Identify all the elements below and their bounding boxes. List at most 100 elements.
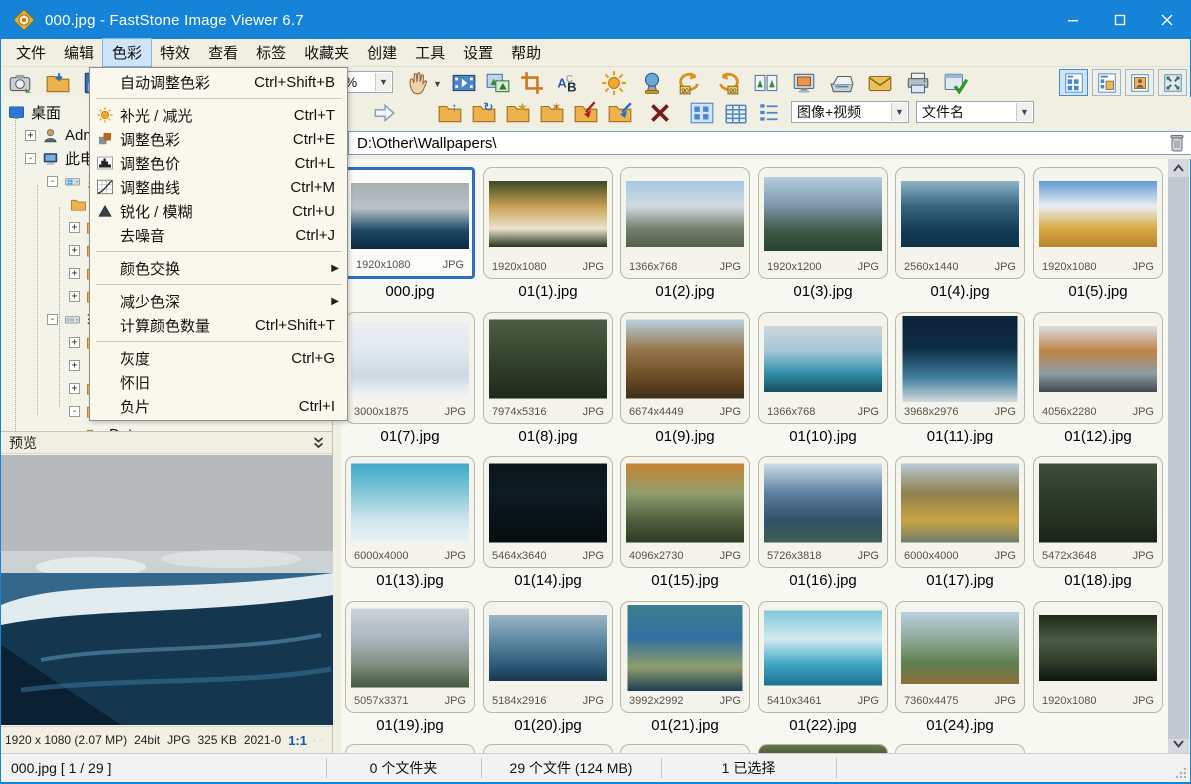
email-icon[interactable] bbox=[867, 70, 893, 96]
menu-item-11[interactable]: 灰度 Ctrl+G bbox=[90, 346, 347, 370]
menu-item-3[interactable]: 调整色彩 Ctrl+E bbox=[90, 127, 347, 151]
menu-item-10[interactable]: 计算颜色数量 Ctrl+Shift+T bbox=[90, 313, 347, 337]
expand-icon[interactable]: + bbox=[69, 244, 80, 256]
scroll-down-icon[interactable] bbox=[1168, 735, 1189, 753]
copy-to-folder-icon[interactable] bbox=[573, 100, 599, 126]
expand-icon[interactable]: + bbox=[25, 129, 36, 141]
settings-check-icon[interactable] bbox=[943, 70, 969, 96]
thumbnail-01(8).jpg[interactable]: 7974x5316 JPG 01(8).jpg bbox=[483, 311, 613, 445]
menu-1[interactable]: 文件 bbox=[7, 39, 55, 66]
thumbnails-view-button[interactable] bbox=[1059, 69, 1088, 96]
thumbnail-01(3).jpg[interactable]: 1920x1200 JPG 01(3).jpg bbox=[758, 167, 888, 300]
preview-image[interactable] bbox=[1, 455, 333, 725]
menu-11[interactable]: 帮助 bbox=[502, 39, 550, 66]
thumbnail-partial[interactable] bbox=[483, 744, 613, 753]
close-button[interactable] bbox=[1143, 1, 1190, 39]
hand-tool-dropdown-icon[interactable]: ▼ bbox=[433, 79, 442, 89]
thumbnail-01(13).jpg[interactable]: 6000x4000 JPG 01(13).jpg bbox=[345, 456, 475, 589]
sort-dropdown-icon[interactable]: ▼ bbox=[1016, 103, 1032, 121]
grid-view-icon[interactable] bbox=[689, 100, 715, 126]
collapse-icon[interactable]: - bbox=[69, 405, 80, 417]
lossless-crop-icon[interactable] bbox=[314, 733, 315, 748]
menu-6[interactable]: 标签 bbox=[247, 39, 295, 66]
forward-arrow-icon[interactable] bbox=[371, 100, 397, 126]
open-folder-icon[interactable] bbox=[45, 70, 71, 96]
rotate-right-90-icon[interactable]: 90 bbox=[715, 70, 741, 96]
crop-icon[interactable] bbox=[519, 70, 545, 96]
thumbnail-000.jpg[interactable]: 1920x1080 JPG 000.jpg bbox=[345, 167, 475, 300]
color-globe-icon[interactable] bbox=[639, 70, 665, 96]
scanner-icon[interactable] bbox=[829, 70, 855, 96]
delete-x-icon[interactable] bbox=[647, 100, 673, 126]
move-to-folder-icon[interactable] bbox=[607, 100, 633, 126]
menu-item-13[interactable]: 负片 Ctrl+I bbox=[90, 394, 347, 418]
address-input[interactable]: D:\Other\Wallpapers\ ˅ bbox=[348, 131, 1191, 155]
tree-item-Adm[interactable]: + Adm bbox=[25, 124, 96, 146]
tree-item-桌面[interactable]: 桌面 bbox=[7, 101, 61, 123]
expand-icon[interactable]: + bbox=[69, 382, 80, 394]
zoom-dropdown-icon[interactable]: ▼ bbox=[375, 73, 391, 91]
rename-abc-icon[interactable]: ACB bbox=[553, 70, 579, 96]
menu-item-12[interactable]: 怀旧 bbox=[90, 370, 347, 394]
filter-dropdown-icon[interactable]: ▼ bbox=[891, 103, 907, 121]
menu-10[interactable]: 设置 bbox=[454, 39, 502, 66]
thumbnail-partial[interactable] bbox=[758, 744, 888, 753]
rotate-left-90-icon[interactable]: 90 bbox=[677, 70, 703, 96]
expand-icon[interactable]: + bbox=[69, 359, 80, 371]
trash-icon[interactable] bbox=[1165, 131, 1189, 155]
collapse-icon[interactable]: - bbox=[25, 152, 36, 164]
menu-item-2[interactable]: 补光 / 减光 Ctrl+T bbox=[90, 103, 347, 127]
menu-5[interactable]: 查看 bbox=[199, 39, 247, 66]
thumbnail-01(24).jpg[interactable]: 7360x4475 JPG 01(24).jpg bbox=[895, 600, 1025, 734]
fullscreen-preview-icon[interactable] bbox=[321, 733, 322, 748]
scrollbar-thumb[interactable] bbox=[1168, 177, 1189, 739]
thumbnail-01(19).jpg[interactable]: 5057x3371 JPG 01(19).jpg bbox=[345, 600, 475, 734]
expand-icon[interactable]: + bbox=[69, 290, 80, 302]
expand-icon[interactable]: + bbox=[69, 336, 80, 348]
collapse-icon[interactable]: - bbox=[47, 175, 58, 187]
expand-icon[interactable]: + bbox=[69, 221, 80, 233]
thumbnail-01(12).jpg[interactable]: 4056x2280 JPG 01(12).jpg bbox=[1033, 311, 1163, 445]
menu-9[interactable]: 工具 bbox=[406, 39, 454, 66]
printer-icon[interactable] bbox=[905, 70, 931, 96]
thumbnails-preview-view-button[interactable] bbox=[1092, 69, 1121, 96]
filter-combo[interactable]: 图像+视频 ▼ bbox=[791, 101, 909, 123]
menu-item-4[interactable]: 调整色价 Ctrl+L bbox=[90, 151, 347, 175]
fullscreen-view-button[interactable] bbox=[1158, 69, 1187, 96]
tree-item-Data[interactable]: Data bbox=[85, 423, 141, 431]
resize-grip[interactable] bbox=[1175, 767, 1187, 779]
detail-view-icon[interactable] bbox=[723, 100, 749, 126]
list-view-icon[interactable] bbox=[757, 100, 783, 126]
scroll-up-icon[interactable] bbox=[1168, 159, 1189, 177]
thumbnail-01(11).jpg[interactable]: 3968x2976 JPG 01(11).jpg bbox=[895, 311, 1025, 445]
filmstrip-icon[interactable] bbox=[451, 70, 477, 96]
folder-refresh-icon[interactable]: ↻ bbox=[471, 100, 497, 126]
thumbnail-01(15).jpg[interactable]: 4096x2730 JPG 01(15).jpg bbox=[620, 456, 750, 589]
thumbnail-01(1).jpg[interactable]: 1920x1080 JPG 01(1).jpg bbox=[483, 167, 613, 300]
sort-combo[interactable]: 文件名 ▼ bbox=[916, 101, 1034, 123]
thumbnail-01(18).jpg[interactable]: 5472x3648 JPG 01(18).jpg bbox=[1033, 456, 1163, 589]
menu-7[interactable]: 收藏夹 bbox=[295, 39, 358, 66]
menu-4[interactable]: 特效 bbox=[151, 39, 199, 66]
vertical-scrollbar[interactable] bbox=[1168, 159, 1189, 753]
expand-icon[interactable]: + bbox=[69, 267, 80, 279]
thumbnail-01(4).jpg[interactable]: 2560x1440 JPG 01(4).jpg bbox=[895, 167, 1025, 300]
menu-item-1[interactable]: 自动调整色彩 Ctrl+Shift+B bbox=[90, 70, 347, 94]
menu-item-7[interactable]: 去噪音 Ctrl+J bbox=[90, 223, 347, 247]
thumbnail-01(5).jpg[interactable]: 1920x1080 JPG 01(5).jpg bbox=[1033, 167, 1163, 300]
thumbnail-partial[interactable] bbox=[345, 744, 475, 753]
folder-up-icon[interactable]: ↑ bbox=[437, 100, 463, 126]
menu-item-5[interactable]: 调整曲线 Ctrl+M bbox=[90, 175, 347, 199]
folder-favorite-icon[interactable]: ★ bbox=[505, 100, 531, 126]
sun-lighting-icon[interactable] bbox=[601, 70, 627, 96]
maximize-button[interactable] bbox=[1096, 1, 1143, 39]
image-view-button[interactable] bbox=[1125, 69, 1154, 96]
menu-item-6[interactable]: 锐化 / 模糊 Ctrl+U bbox=[90, 199, 347, 223]
thumbnail-01(7).jpg[interactable]: 3000x1875 JPG 01(7).jpg bbox=[345, 311, 475, 445]
thumbnail-01(17).jpg[interactable]: 6000x4000 JPG 01(17).jpg bbox=[895, 456, 1025, 589]
menu-2[interactable]: 编辑 bbox=[55, 39, 103, 66]
capture-camera-icon[interactable] bbox=[7, 70, 33, 96]
thumbnail-partial[interactable] bbox=[895, 744, 1025, 753]
hand-tool-icon[interactable] bbox=[405, 70, 431, 96]
collapse-icon[interactable]: - bbox=[47, 313, 58, 325]
